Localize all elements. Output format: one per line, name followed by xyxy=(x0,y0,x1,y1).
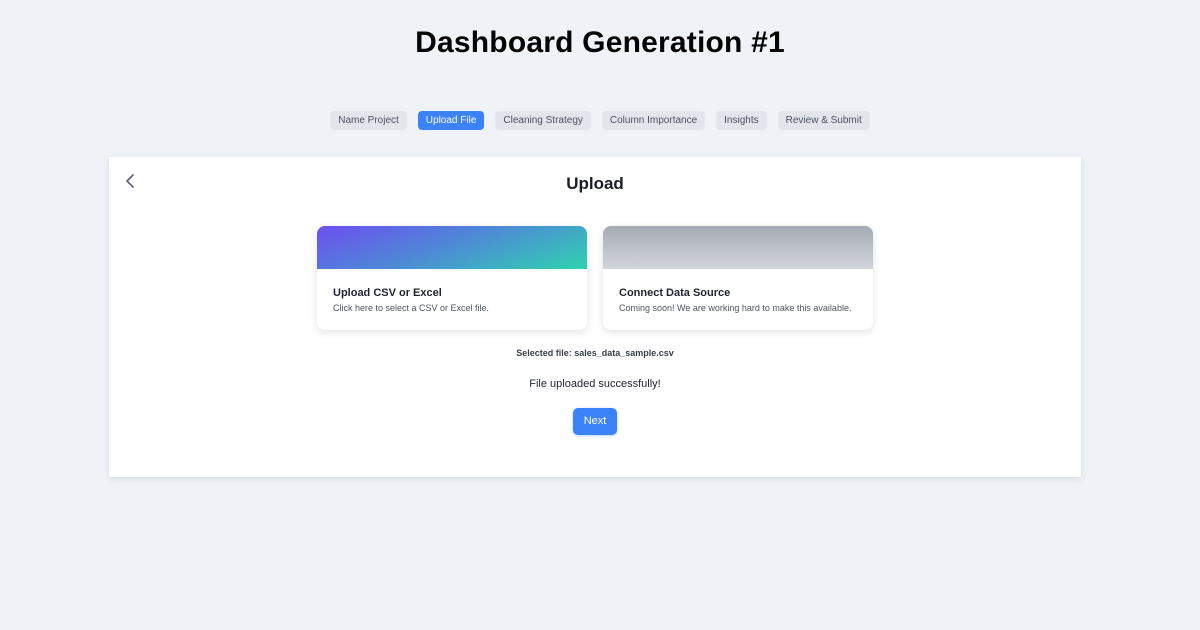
step-column-importance[interactable]: Column Importance xyxy=(601,111,706,130)
step-review-submit[interactable]: Review & Submit xyxy=(777,111,870,130)
upload-panel: Upload Upload CSV or Excel Click here to… xyxy=(109,157,1081,477)
connect-card-banner xyxy=(603,226,873,269)
upload-card-title: Upload CSV or Excel xyxy=(333,287,442,299)
next-button[interactable]: Next xyxy=(573,408,617,435)
step-insights[interactable]: Insights xyxy=(716,111,767,130)
connect-card-title: Connect Data Source xyxy=(619,287,731,299)
step-cleaning-strategy[interactable]: Cleaning Strategy xyxy=(495,111,591,130)
stepper: Name Project Upload File Cleaning Strate… xyxy=(0,111,1200,130)
upload-card-description: Click here to select a CSV or Excel file… xyxy=(333,303,490,313)
step-upload-file[interactable]: Upload File xyxy=(417,111,485,130)
upload-card-banner xyxy=(317,226,587,269)
connect-data-source-card: Connect Data Source Coming soon! We are … xyxy=(603,226,873,330)
panel-title: Upload xyxy=(566,174,624,193)
step-name-project[interactable]: Name Project xyxy=(330,111,407,130)
connect-card-description: Coming soon! We are working hard to make… xyxy=(619,303,852,313)
selected-file-label: Selected file: sales_data_sample.csv xyxy=(516,348,674,358)
upload-csv-card[interactable]: Upload CSV or Excel Click here to select… xyxy=(317,226,587,330)
page-title: Dashboard Generation #1 xyxy=(415,26,785,59)
upload-status-message: File uploaded successfully! xyxy=(529,378,661,390)
